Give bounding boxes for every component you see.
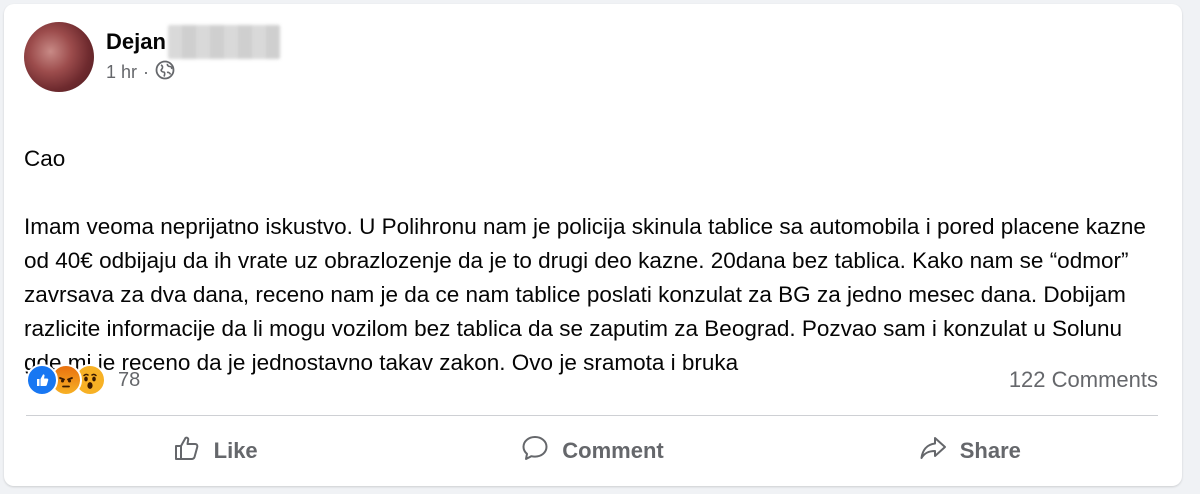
comment-button[interactable]: Comment [403, 420, 780, 482]
post-paragraph: Imam veoma neprijatno iskustvo. U Polihr… [24, 214, 1146, 375]
author-name[interactable]: Dejan [106, 29, 166, 55]
globe-icon[interactable] [155, 60, 175, 85]
redacted-surname [167, 25, 280, 59]
post-header: Dejan 1 hr · [24, 22, 280, 92]
thumbs-up-icon [172, 433, 214, 469]
comment-label: Comment [562, 438, 664, 463]
post-meta: Dejan 1 hr · [106, 22, 280, 85]
actions-divider [26, 415, 1158, 416]
author-row: Dejan [106, 25, 280, 59]
like-label: Like [213, 438, 258, 463]
comments-count[interactable]: 122 Comments [1009, 367, 1158, 393]
post-subline: 1 hr · [106, 60, 280, 85]
separator-dot: · [143, 62, 150, 82]
like-reaction-icon [26, 364, 58, 396]
post-card: Dejan 1 hr · Cao Imam veoma neprijatno i… [4, 4, 1182, 486]
reaction-count[interactable]: 78 [118, 369, 140, 392]
reactions-summary[interactable]: 78 [26, 364, 140, 396]
avatar[interactable] [24, 22, 94, 92]
comment-bubble-icon [520, 433, 562, 469]
share-arrow-icon [918, 433, 960, 469]
post-timestamp[interactable]: 1 hr [106, 62, 137, 83]
share-label: Share [959, 438, 1021, 463]
post-actions: Like Comment Share [26, 420, 1158, 482]
like-button[interactable]: Like [26, 420, 403, 482]
post-greeting: Cao [24, 146, 66, 171]
share-button[interactable]: Share [781, 420, 1158, 482]
post-stats: 78 122 Comments [26, 360, 1158, 400]
